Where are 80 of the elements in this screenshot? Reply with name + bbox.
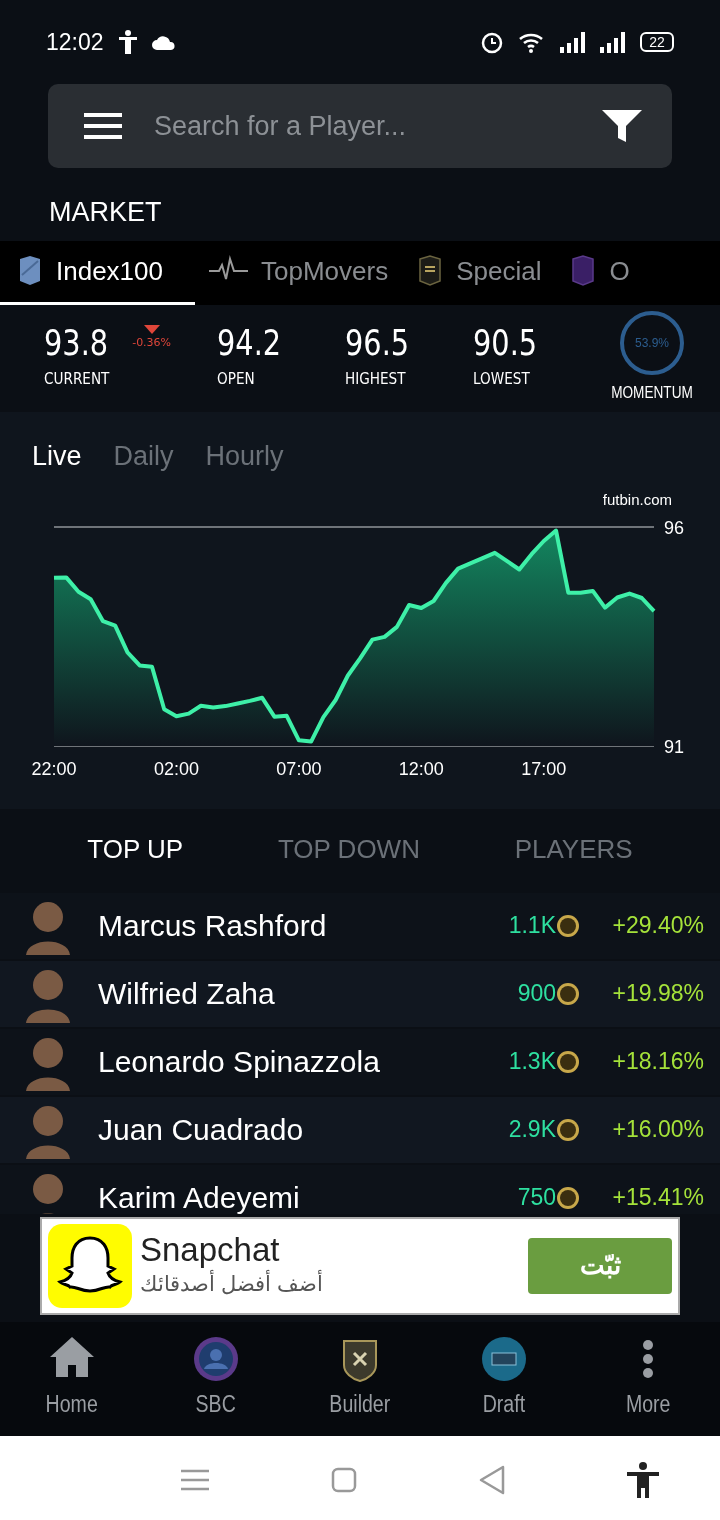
nav-item[interactable]: SBC [161, 1334, 271, 1423]
tab[interactable]: TopMovers [195, 240, 403, 305]
badge-icon [480, 1335, 528, 1384]
section-title: MARKET [48, 196, 163, 229]
player-price: 750 [517, 1183, 556, 1213]
player-price: 2.9K [508, 1115, 556, 1145]
stat-label: MOMENTUM [611, 383, 693, 403]
price-change: +18.16% [611, 1047, 704, 1077]
x-tick-label: 02:00 [153, 759, 199, 779]
player-price: 1.3K [508, 1047, 556, 1077]
list-tab[interactable]: TOP UP [81, 829, 190, 870]
coin-icon [556, 913, 580, 938]
range-tab[interactable]: Live [32, 435, 82, 476]
price-change: +19.98% [611, 979, 704, 1009]
more-icon [643, 1340, 653, 1379]
player-price: 900 [517, 979, 556, 1009]
player-row[interactable]: Juan Cuadrado 2.9K +16.00% [0, 1094, 720, 1163]
player-price: 1.1K [508, 911, 556, 941]
stat-label: LOWEST [473, 368, 531, 390]
back-icon[interactable] [479, 1464, 505, 1495]
player-row[interactable]: Leonardo Spinazzola 1.3K +18.16% [0, 1026, 720, 1095]
stat-label: HIGHEST [345, 368, 407, 390]
nav-item[interactable]: Builder [305, 1334, 415, 1423]
range-tab[interactable]: Hourly [205, 435, 284, 476]
x-tick-label: 17:00 [521, 759, 567, 779]
stat-value: 94.2 [217, 325, 282, 361]
search-bar[interactable]: Search for a Player... [48, 84, 672, 168]
nav-item[interactable]: Draft [449, 1334, 559, 1423]
stat-value: 93.8 [44, 325, 109, 361]
player-name: Wilfried Zaha [98, 976, 276, 1012]
player-row[interactable]: Wilfried Zaha 900 +19.98% [0, 958, 720, 1027]
player-name: Leonardo Spinazzola [98, 1044, 381, 1080]
player-row[interactable]: Karim Adeyemi 750 +15.41% [0, 1162, 720, 1214]
coin-icon [556, 981, 580, 1006]
price-change: +16.00% [611, 1115, 704, 1145]
menu-icon[interactable] [84, 113, 122, 139]
stat-label: CURRENT [44, 368, 111, 390]
stat-value: 90.5 [473, 325, 538, 361]
nav-item[interactable]: Home [17, 1334, 127, 1423]
y-tick-label: 96 [664, 518, 685, 538]
range-tab[interactable]: Daily [113, 435, 174, 476]
accessibility-icon[interactable] [627, 1461, 659, 1498]
stat-change: -0.36% [132, 335, 172, 351]
y-tick-label: 91 [664, 737, 685, 757]
nav-item[interactable]: More [593, 1334, 703, 1423]
tab[interactable]: Special [402, 240, 556, 305]
ghost-icon [48, 1223, 132, 1308]
tab[interactable]: O [555, 240, 644, 305]
chart-source: futbin.com [602, 491, 672, 508]
list-tab[interactable]: PLAYERS [508, 829, 639, 870]
accessibility-icon [117, 30, 138, 54]
status-time: 12:02 [46, 27, 104, 57]
price-change: +15.41% [611, 1183, 704, 1213]
signal-icon [600, 31, 626, 53]
alarm-icon [480, 30, 504, 54]
cloud-icon [151, 34, 176, 50]
badge-icon [192, 1335, 240, 1384]
x-tick-label: 12:00 [398, 759, 444, 779]
price-change: +29.40% [611, 911, 704, 941]
player-name: Marcus Rashford [98, 908, 328, 944]
ad-subtitle: أضف أفضل أصدقائك [140, 1269, 323, 1297]
tab[interactable]: Index100 [0, 240, 195, 305]
signal-icon [560, 31, 586, 53]
stat-label: OPEN [217, 368, 256, 390]
filter-icon[interactable] [602, 110, 642, 142]
player-name: Juan Cuadrado [98, 1112, 305, 1148]
stat-value: 96.5 [345, 325, 410, 361]
x-tick-label: 07:00 [276, 759, 322, 779]
search-field[interactable]: Search for a Player... [152, 104, 572, 148]
coin-icon [556, 1117, 580, 1142]
coin-icon [556, 1185, 580, 1210]
home-button-icon[interactable] [331, 1466, 357, 1493]
player-name: Karim Adeyemi [98, 1180, 301, 1214]
x-tick-label: 22:00 [31, 759, 77, 779]
battery-icon: 22 [640, 32, 674, 52]
list-tab[interactable]: TOP DOWN [271, 829, 426, 870]
ad-title: Snapchat [140, 1231, 281, 1268]
player-row[interactable]: Marcus Rashford 1.1K +29.40% [0, 890, 720, 959]
coin-icon [556, 1049, 580, 1074]
momentum-ring: 53.9% [620, 311, 684, 375]
